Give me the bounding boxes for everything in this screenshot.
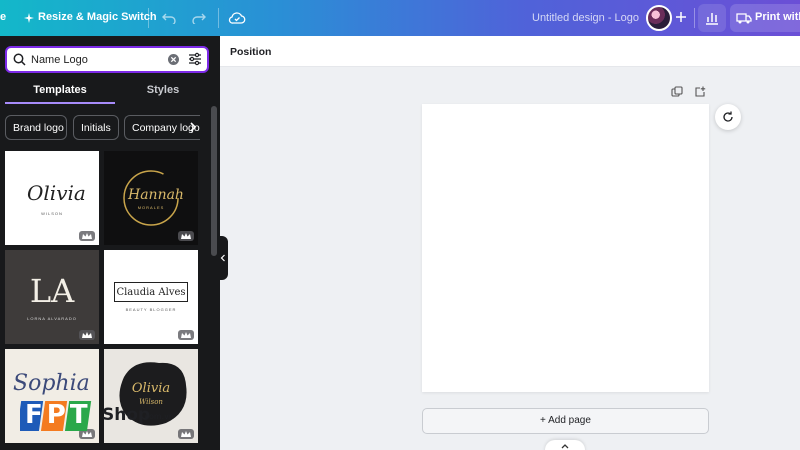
template-tile[interactable]: Olivia WILSON xyxy=(5,151,99,245)
add-page-button[interactable]: + Add page xyxy=(422,408,709,434)
context-toolbar: Position xyxy=(220,36,800,67)
template-subtitle: MORALES xyxy=(137,205,165,210)
bar-chart-icon xyxy=(706,13,718,25)
template-script: Olivia xyxy=(27,181,86,205)
add-collaborator-button[interactable] xyxy=(670,6,692,28)
redo-icon[interactable] xyxy=(190,9,208,27)
menu-file-cut[interactable]: e xyxy=(0,11,6,23)
design-page[interactable] xyxy=(422,104,709,392)
watermark-brand: FPT xyxy=(25,400,92,430)
undo-icon[interactable] xyxy=(160,9,178,27)
template-subtitle: LORNA ALVARADO xyxy=(27,316,77,321)
chevron-up-icon xyxy=(561,444,569,449)
regenerate-button[interactable] xyxy=(715,104,741,130)
templates-panel: Templates Styles Brand logo Initials Com… xyxy=(0,36,220,450)
chevron-left-icon xyxy=(220,254,225,262)
print-with-label: Print with xyxy=(755,11,800,23)
template-script: Claudia Alves xyxy=(116,287,186,298)
chevron-right-icon[interactable] xyxy=(188,121,198,133)
print-with-button[interactable]: Print with xyxy=(730,4,800,32)
panel-scrollbar[interactable] xyxy=(210,106,218,446)
chip-initials[interactable]: Initials xyxy=(73,115,119,140)
active-tab-indicator xyxy=(5,102,115,104)
template-tile[interactable]: Hannah MORALES xyxy=(104,151,198,245)
template-script: Sophia xyxy=(13,371,90,396)
panel-tabs: Templates Styles xyxy=(0,80,210,104)
tab-styles[interactable]: Styles xyxy=(108,84,218,96)
search-icon xyxy=(13,53,26,66)
template-subtitle: WILSON xyxy=(41,211,63,216)
position-button[interactable]: Position xyxy=(230,46,271,58)
crown-icon xyxy=(178,330,194,340)
fptshop-watermark: FPT Shop .com.vn xyxy=(0,395,180,439)
crown-icon xyxy=(79,330,95,340)
chip-brand-logo[interactable]: Brand logo xyxy=(5,115,67,140)
template-subtitle: BEAUTY BLOGGER xyxy=(125,307,177,312)
sparkle-icon xyxy=(22,11,36,25)
search-input[interactable] xyxy=(31,51,161,69)
truck-icon xyxy=(736,13,752,24)
template-script: Hannah xyxy=(128,187,184,203)
resize-magic-switch-button[interactable]: Resize & Magic Switch xyxy=(38,11,157,23)
template-script: Olivia xyxy=(131,381,171,396)
crown-icon xyxy=(178,429,194,439)
cloud-sync-icon[interactable] xyxy=(228,9,246,27)
scrollbar-thumb[interactable] xyxy=(211,106,217,256)
collapse-panel-handle[interactable] xyxy=(218,236,228,280)
crown-icon xyxy=(178,231,194,241)
filter-icon[interactable] xyxy=(188,52,202,66)
refresh-sparkle-icon xyxy=(723,111,733,122)
template-script: LA xyxy=(29,272,75,310)
design-title[interactable]: Untitled design - Logo xyxy=(532,12,639,24)
duplicate-page-icon[interactable] xyxy=(671,86,683,98)
insights-button[interactable] xyxy=(698,4,726,32)
add-page-icon[interactable] xyxy=(694,86,706,98)
divider xyxy=(148,8,149,28)
show-pages-handle[interactable] xyxy=(545,440,585,450)
template-tile[interactable]: Claudia Alves BEAUTY BLOGGER xyxy=(104,250,198,344)
tab-templates[interactable]: Templates xyxy=(5,84,115,96)
avatar[interactable] xyxy=(646,5,672,31)
search-box[interactable] xyxy=(5,46,209,73)
watermark-domain: .com.vn xyxy=(142,412,174,421)
divider xyxy=(218,8,219,28)
template-tile[interactable]: LA LORNA ALVARADO xyxy=(5,250,99,344)
crown-icon xyxy=(79,231,95,241)
divider xyxy=(694,8,695,28)
top-bar: e Resize & Magic Switch Untitled design … xyxy=(0,0,800,36)
clear-icon[interactable] xyxy=(167,53,180,66)
